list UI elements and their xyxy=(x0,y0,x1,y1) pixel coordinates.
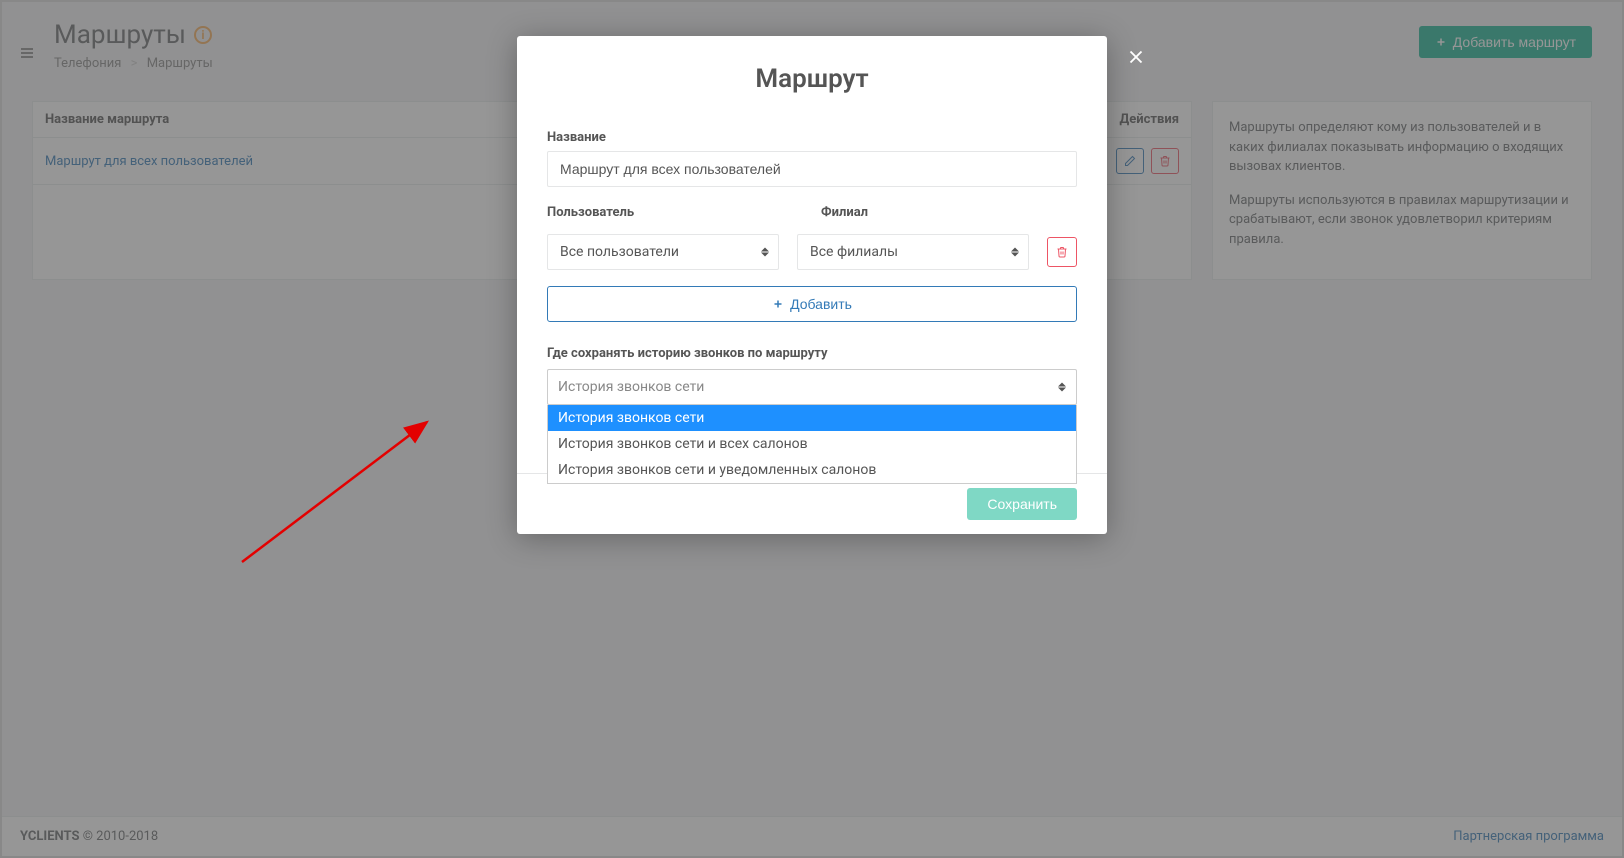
branch-select-value: Все филиалы xyxy=(810,244,898,260)
history-option-2[interactable]: История звонков сети и всех салонов xyxy=(548,431,1076,457)
select-caret-icon xyxy=(1058,383,1066,392)
history-select[interactable]: История звонков сети xyxy=(547,369,1077,405)
delete-condition-button[interactable] xyxy=(1047,237,1077,267)
user-select-value: Все пользователи xyxy=(560,244,679,260)
history-section: Где сохранять историю звонков по маршрут… xyxy=(547,346,1077,405)
history-option-3[interactable]: История звонков сети и уведомленных сало… xyxy=(548,457,1076,483)
modal-body: Название Пользователь Филиал Все пользов… xyxy=(517,130,1107,421)
branch-select[interactable]: Все филиалы xyxy=(797,234,1029,270)
history-select-value: История звонков сети xyxy=(558,379,704,395)
user-select[interactable]: Все пользователи xyxy=(547,234,779,270)
route-modal: Маршрут Название Пользователь Филиал Все… xyxy=(517,36,1107,534)
plus-icon xyxy=(772,298,784,310)
trash-icon xyxy=(1056,246,1068,258)
user-label: Пользователь xyxy=(547,205,803,220)
condition-row: Все пользователи Все филиалы xyxy=(547,234,1077,270)
route-name-input[interactable] xyxy=(547,151,1077,187)
branch-label: Филиал xyxy=(821,205,1077,220)
save-button[interactable]: Сохранить xyxy=(967,488,1077,520)
select-caret-icon xyxy=(1011,248,1019,257)
name-label: Название xyxy=(547,130,1077,145)
add-condition-label: Добавить xyxy=(790,296,852,312)
close-icon xyxy=(1125,46,1147,68)
modal-close-button[interactable] xyxy=(1121,42,1151,72)
modal-title: Маршрут xyxy=(517,36,1107,116)
history-label: Где сохранять историю звонков по маршрут… xyxy=(547,346,1077,361)
history-dropdown: История звонков сети История звонков сет… xyxy=(547,405,1077,484)
add-condition-button[interactable]: Добавить xyxy=(547,286,1077,322)
history-option-1[interactable]: История звонков сети xyxy=(548,405,1076,431)
select-caret-icon xyxy=(761,248,769,257)
